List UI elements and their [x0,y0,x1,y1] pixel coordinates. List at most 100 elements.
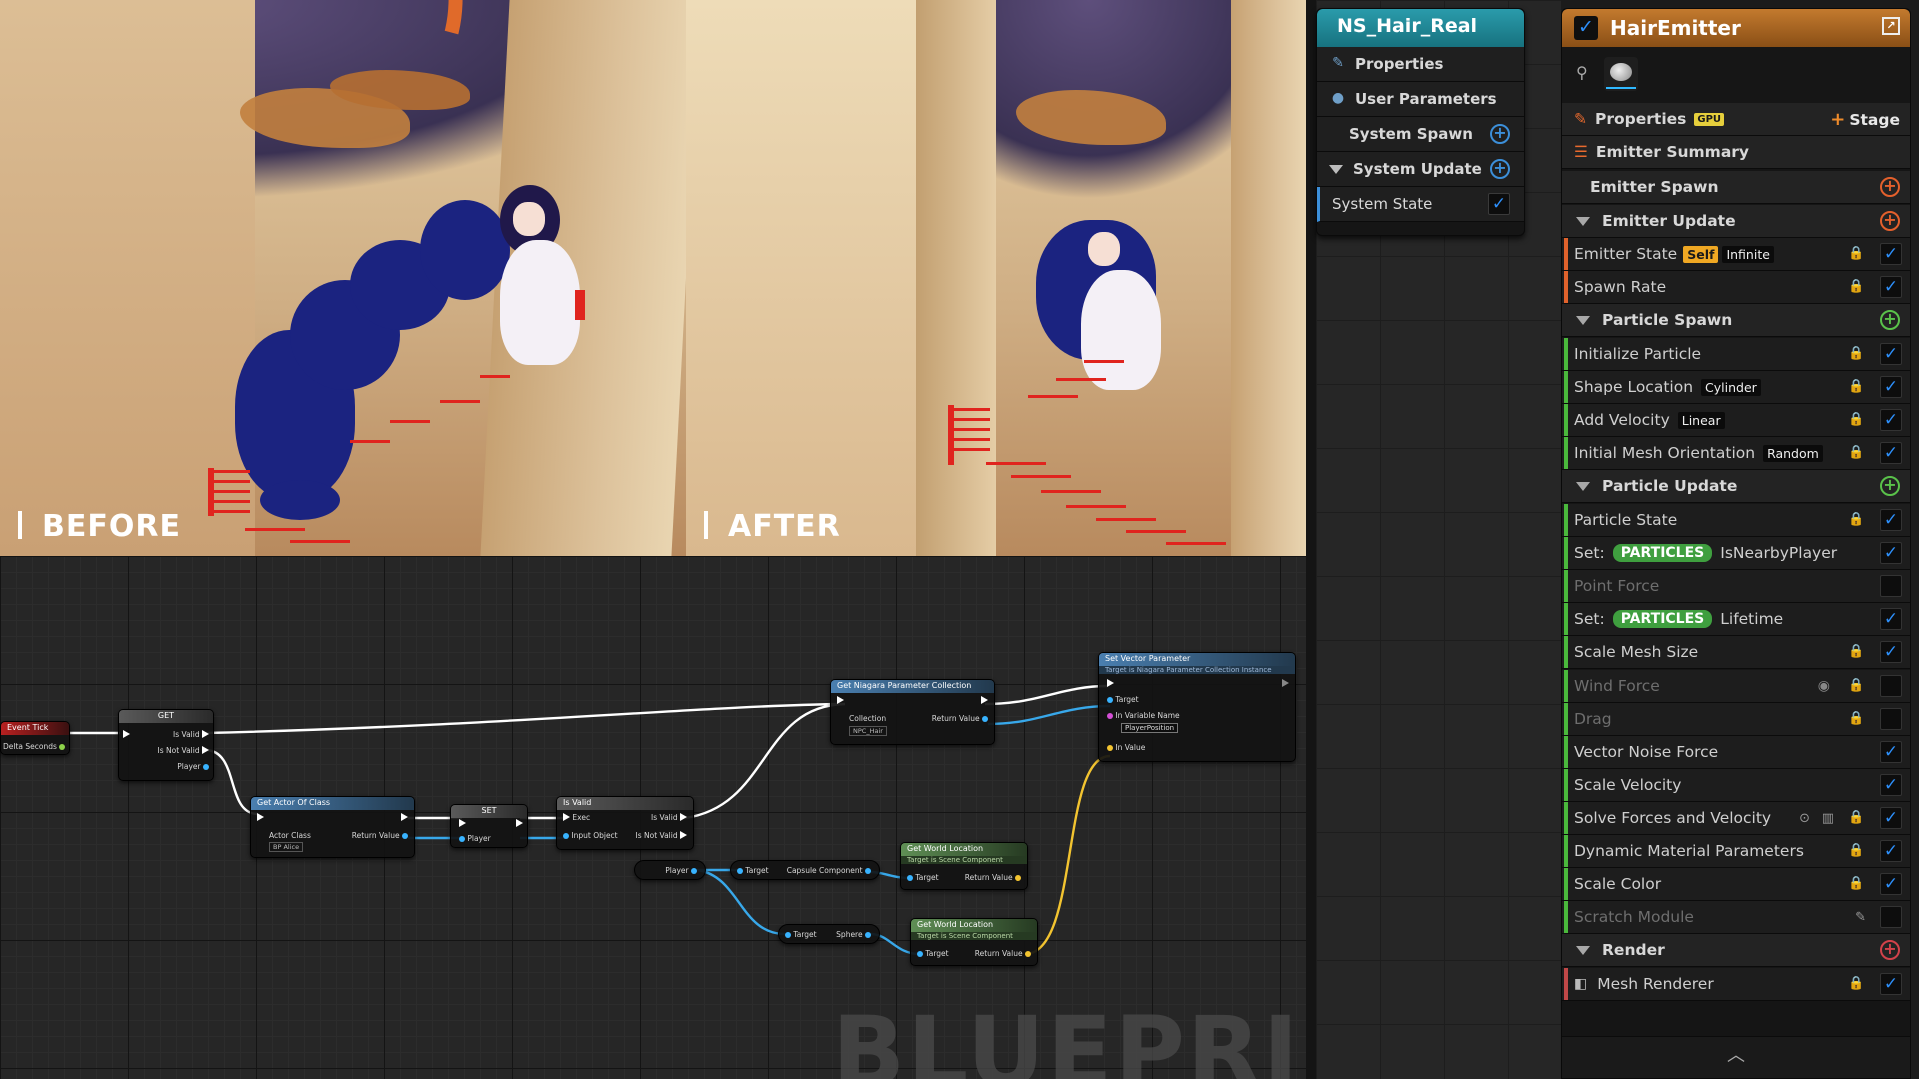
emitter-summary-row[interactable]: ☰ Emitter Summary [1562,136,1910,169]
emitter-panel[interactable]: ✓ HairEmitter ↗ ⚲ ✎ Properties GPU + Stag… [1561,8,1911,1079]
module-spawn-rate[interactable]: Spawn Rate 🔒 ✓ [1562,271,1910,304]
lock-icon[interactable]: 🔒 [1848,346,1864,362]
emitter-spawn-section[interactable]: Emitter Spawn + [1562,171,1910,204]
enable-checkbox[interactable]: ✓ [1880,873,1902,895]
set-node[interactable]: SET Player [450,804,528,848]
player-pin[interactable]: Player [459,834,491,843]
exec-out-pin[interactable] [401,813,408,822]
system-node[interactable]: NS_Hair_Real ✎ Properties ● User Paramet… [1316,8,1525,236]
debug-icon[interactable]: ⊙ [1799,811,1810,826]
enable-checkbox[interactable]: ✓ [1880,840,1902,862]
module-initial-mesh-orientation[interactable]: Initial Mesh Orientation Random 🔒 ✓ [1562,437,1910,470]
sphere-pin[interactable]: Sphere [836,930,871,939]
module-dynamic-material-parameters[interactable]: Dynamic Material Parameters 🔒 ✓ [1562,835,1910,868]
module-initialize-particle[interactable]: Initialize Particle 🔒 ✓ [1562,338,1910,371]
lock-icon[interactable]: 🔒 [1848,810,1864,826]
enable-checkbox[interactable]: ✓ [1880,675,1902,697]
add-module-icon[interactable]: + [1880,476,1900,496]
exec-in-pin[interactable] [123,730,130,739]
particle-update-section[interactable]: Particle Update + [1562,470,1910,503]
lock-icon[interactable]: 🔒 [1848,711,1864,727]
module-wind-force[interactable]: Wind Force ◉ 🔒 ✓ [1562,670,1910,703]
module-emitter-state[interactable]: Emitter State Self Infinite 🔒 ✓ [1562,238,1910,271]
enable-checkbox[interactable]: ✓ [1880,575,1902,597]
module-add-velocity[interactable]: Add Velocity Linear 🔒 ✓ [1562,404,1910,437]
add-module-icon[interactable]: + [1490,159,1510,179]
lock-icon[interactable]: 🔒 [1848,843,1864,859]
lock-icon[interactable]: 🔒 [1848,412,1864,428]
popout-icon[interactable]: ↗ [1882,17,1900,35]
enable-checkbox[interactable]: ✓ [1880,708,1902,730]
enable-checkbox[interactable]: ✓ [1880,542,1902,564]
is-valid-pin[interactable]: Is Valid [651,813,687,822]
player-pin[interactable]: Player [177,762,209,771]
blueprint-graph[interactable]: Event Tick Delta Seconds GET Is Valid Is… [0,556,1306,1079]
get-node[interactable]: GET Is Valid Is Not Valid Player [118,709,214,781]
viewport-before[interactable]: BEFORE [0,0,686,556]
lock-icon[interactable]: 🔒 [1848,876,1864,892]
in-value-pin[interactable]: In Value [1107,743,1145,752]
player-variable-node[interactable]: Player [634,860,706,880]
module-set-lifetime[interactable]: Set: PARTICLES Lifetime ✓ [1562,603,1910,636]
enable-checkbox[interactable]: ✓ [1880,774,1902,796]
user-parameters-row[interactable]: ● User Parameters [1317,82,1524,117]
exec-in-pin[interactable] [459,819,466,828]
add-module-icon[interactable]: + [1880,211,1900,231]
system-update-row[interactable]: System Update + [1317,152,1524,187]
input-object-pin[interactable]: Input Object [563,831,618,840]
module-set-is-nearby-player[interactable]: Set: PARTICLES IsNearbyPlayer ✓ [1562,537,1910,570]
in-variable-name-pin[interactable]: In Variable Name [1107,711,1180,720]
capsule-pin[interactable]: Capsule Component [787,866,871,875]
render-section[interactable]: Render + [1562,934,1910,967]
system-title[interactable]: NS_Hair_Real [1317,9,1524,47]
is-not-valid-pin[interactable]: Is Not Valid [636,831,687,840]
lock-icon[interactable]: 🔒 [1848,445,1864,461]
exec-in-pin[interactable] [257,813,264,822]
get-world-location-node[interactable]: Get World Location Target is Scene Compo… [900,842,1028,890]
variable-name-field[interactable]: PlayerPosition [1121,723,1179,733]
module-shape-location[interactable]: Shape Location Cylinder 🔒 ✓ [1562,371,1910,404]
get-world-location-node[interactable]: Get World Location Target is Scene Compo… [910,918,1038,966]
module-scale-velocity[interactable]: Scale Velocity ✓ [1562,769,1910,802]
system-properties-row[interactable]: ✎ Properties [1317,47,1524,82]
enable-checkbox[interactable]: ✓ [1880,276,1902,298]
exec-out-pin[interactable] [1282,679,1289,688]
return-value-pin[interactable]: Return Value [932,714,988,723]
module-mesh-renderer[interactable]: ◧ Mesh Renderer 🔒 ✓ [1562,968,1910,1001]
enable-checkbox[interactable]: ✓ [1880,641,1902,663]
lock-icon[interactable]: 🔒 [1848,678,1864,694]
enable-checkbox[interactable]: ✓ [1880,442,1902,464]
system-spawn-row[interactable]: System Spawn + [1317,117,1524,152]
chart-icon[interactable]: ▥ [1822,811,1834,826]
target-pin[interactable]: Target [1107,695,1139,704]
exec-out-pin[interactable] [981,696,988,705]
enable-checkbox[interactable]: ✓ [1880,243,1902,265]
return-value-pin[interactable]: Return Value [965,873,1021,882]
enable-checkbox[interactable]: ✓ [1880,973,1902,995]
return-value-pin[interactable]: Return Value [975,949,1031,958]
collapse-panel-button[interactable]: ︿ [1562,1036,1910,1078]
particle-spawn-section[interactable]: Particle Spawn + [1562,304,1910,337]
player-pin[interactable]: Player [665,866,697,875]
emitter-enable-checkbox[interactable]: ✓ [1574,16,1598,40]
enable-checkbox[interactable]: ✓ [1488,193,1510,215]
module-vector-noise-force[interactable]: Vector Noise Force ✓ [1562,736,1910,769]
exec-in-pin[interactable] [1107,679,1114,688]
get-niagara-parameter-collection-node[interactable]: Get Niagara Parameter Collection Collect… [830,679,995,745]
emitter-thumbnail-icon[interactable] [1604,57,1638,91]
delta-seconds-pin[interactable]: Delta Seconds [3,742,66,751]
emitter-title-bar[interactable]: ✓ HairEmitter ↗ [1562,9,1910,47]
lightbulb-icon[interactable]: ⚲ [1576,63,1590,85]
exec-in-pin[interactable] [837,696,844,705]
system-overview[interactable]: NS_Hair_Real ✎ Properties ● User Paramet… [1316,0,1561,1079]
module-particle-state[interactable]: Particle State 🔒 ✓ [1562,504,1910,537]
module-scratch-module[interactable]: Scratch Module ✎ ✓ [1562,901,1910,934]
sphere-node[interactable]: Target Sphere [778,924,880,944]
collapse-icon[interactable] [1329,164,1343,174]
add-stage-button[interactable]: + Stage [1830,109,1900,130]
module-scale-color[interactable]: Scale Color 🔒 ✓ [1562,868,1910,901]
collapse-icon[interactable] [1576,481,1590,491]
enable-checkbox[interactable]: ✓ [1880,343,1902,365]
collapse-icon[interactable] [1576,315,1590,325]
enable-checkbox[interactable]: ✓ [1880,509,1902,531]
